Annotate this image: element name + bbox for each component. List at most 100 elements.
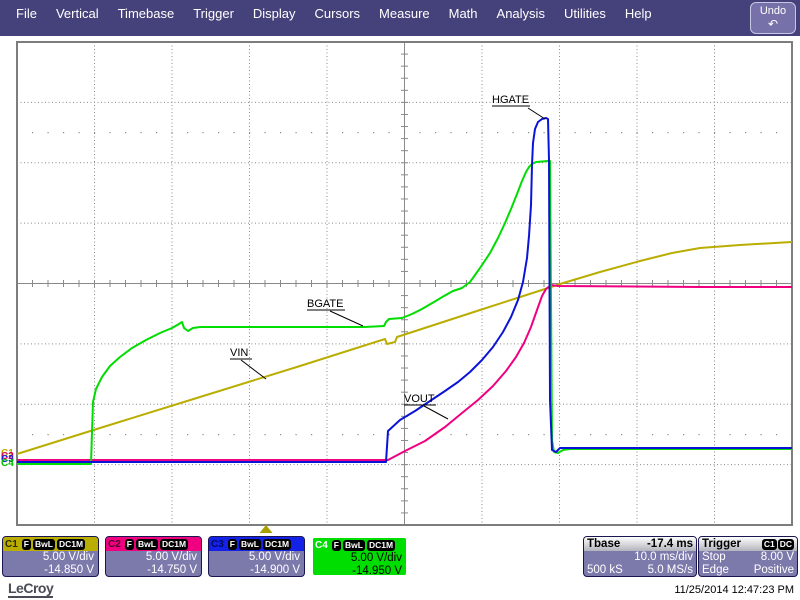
timebase-descriptor[interactable]: Tbase -17.4 ms 10.0 ms/div 500 kS 5.0 MS… bbox=[583, 536, 697, 577]
grid-dot bbox=[544, 132, 545, 133]
channel-header-c2: C2FBwLDC1M bbox=[106, 537, 201, 551]
grid-dot bbox=[668, 434, 669, 435]
menu-item-utilities[interactable]: Utilities bbox=[564, 6, 606, 21]
grid-dot bbox=[280, 434, 281, 435]
grid-dot bbox=[606, 132, 607, 133]
channel-header-c1: C1FBwLDC1M bbox=[3, 537, 98, 551]
undo-button[interactable]: Undo ↶ bbox=[750, 2, 796, 34]
trigger-badge-c1: C1 bbox=[762, 539, 777, 550]
menu-item-display[interactable]: Display bbox=[253, 6, 296, 21]
grid-dot bbox=[761, 434, 762, 435]
grid-dot bbox=[420, 132, 421, 133]
menu-item-cursors[interactable]: Cursors bbox=[315, 6, 361, 21]
grid-dot bbox=[745, 132, 746, 133]
grid-dot bbox=[683, 434, 684, 435]
grid-dot bbox=[234, 132, 235, 133]
channel-vdiv: 5.00 V/div bbox=[313, 552, 406, 565]
trigger-descriptor[interactable]: Trigger C1DC Stop 8.00 V Edge Positive bbox=[698, 536, 798, 577]
channel-badge-dc1m: DC1M bbox=[263, 539, 291, 550]
menu-item-math[interactable]: Math bbox=[449, 6, 478, 21]
grid-dot bbox=[466, 434, 467, 435]
channel-header-c4: C4FBwLDC1M bbox=[313, 538, 406, 552]
channel-descriptor-c3[interactable]: C3FBwLDC1M5.00 V/div-14.900 V bbox=[208, 536, 305, 577]
grid-dot bbox=[590, 132, 591, 133]
grid-dot bbox=[637, 132, 638, 133]
grid-dot bbox=[342, 434, 343, 435]
undo-label: Undo bbox=[760, 5, 786, 17]
channel-descriptors: C1FBwLDC1M5.00 V/div-14.850 VC2FBwLDC1M5… bbox=[2, 536, 408, 577]
menu-items: File Vertical Timebase Trigger Display Cursor… bbox=[16, 6, 671, 21]
grid-dot bbox=[141, 132, 142, 133]
grid-dot bbox=[218, 132, 219, 133]
channel-vdiv: 5.00 V/div bbox=[209, 551, 304, 564]
grid-dot bbox=[156, 132, 157, 133]
channel-id-label: C2 bbox=[108, 539, 121, 550]
menu-item-trigger[interactable]: Trigger bbox=[193, 6, 234, 21]
grid-dot bbox=[621, 434, 622, 435]
trigger-source-badges: C1DC bbox=[762, 539, 794, 550]
grid-dot bbox=[32, 434, 33, 435]
grid-dot bbox=[776, 434, 777, 435]
channel-badge-f: F bbox=[125, 539, 134, 550]
trigger-badge-dc: DC bbox=[778, 539, 794, 550]
grid-dot bbox=[528, 434, 529, 435]
channel-id-label: C1 bbox=[5, 539, 18, 550]
grid-dot bbox=[218, 434, 219, 435]
grid-dot bbox=[404, 434, 405, 435]
grid-dot bbox=[497, 434, 498, 435]
grid-dot bbox=[187, 434, 188, 435]
menu-item-analysis[interactable]: Analysis bbox=[497, 6, 545, 21]
trigger-mode-row: Stop 8.00 V bbox=[699, 551, 797, 564]
lecroy-logo: LeCroy bbox=[8, 581, 53, 598]
grid-dot bbox=[420, 434, 421, 435]
grid-dot bbox=[311, 132, 312, 133]
waveform-display-area: HGATEBGATEVINVOUTC1C2C3C4 bbox=[0, 36, 800, 536]
grid-dot bbox=[683, 132, 684, 133]
grid-dot bbox=[730, 434, 731, 435]
timebase-header: Tbase -17.4 ms bbox=[584, 537, 696, 551]
footer-bar: LeCroy 11/25/2014 12:47:23 PM bbox=[0, 578, 800, 600]
grid-dot bbox=[389, 132, 390, 133]
channel-header-c3: C3FBwLDC1M bbox=[209, 537, 304, 551]
timestamp: 11/25/2014 12:47:23 PM bbox=[674, 584, 794, 596]
channel-descriptor-c2[interactable]: C2FBwLDC1M5.00 V/div-14.750 V bbox=[105, 536, 202, 577]
grid-dot bbox=[141, 434, 142, 435]
menu-item-help[interactable]: Help bbox=[625, 6, 652, 21]
grid-dot bbox=[327, 434, 328, 435]
menu-item-file[interactable]: File bbox=[16, 6, 37, 21]
grid-dot bbox=[296, 132, 297, 133]
channel-badge-f: F bbox=[228, 539, 237, 550]
grid-dot bbox=[466, 132, 467, 133]
grid-dot bbox=[590, 434, 591, 435]
trigger-position-marker[interactable] bbox=[260, 525, 273, 533]
channel-badge-dc1m: DC1M bbox=[57, 539, 85, 550]
grid-dot bbox=[48, 132, 49, 133]
grid-dot bbox=[621, 132, 622, 133]
channel-descriptor-c1[interactable]: C1FBwLDC1M5.00 V/div-14.850 V bbox=[2, 536, 99, 577]
zero-marker-c4[interactable]: C4 bbox=[1, 458, 14, 469]
label-bgate: BGATE bbox=[307, 298, 343, 310]
timebase-title: Tbase bbox=[587, 538, 620, 550]
menu-item-measure[interactable]: Measure bbox=[379, 6, 430, 21]
trigger-level: 8.00 V bbox=[761, 551, 794, 564]
grid-dot bbox=[327, 132, 328, 133]
grid-dot bbox=[94, 132, 95, 133]
timebase-sample-rate: 5.0 MS/s bbox=[648, 564, 693, 577]
channel-badge-bwl: BwL bbox=[136, 539, 158, 550]
trigger-type: Edge bbox=[702, 564, 729, 577]
label-hgate: HGATE bbox=[492, 94, 529, 106]
grid-dot bbox=[435, 132, 436, 133]
grid-dot bbox=[652, 434, 653, 435]
label-callout-line bbox=[330, 311, 363, 326]
label-vin: VIN bbox=[230, 347, 248, 359]
channel-badge-f: F bbox=[22, 539, 31, 550]
menu-item-timebase[interactable]: Timebase bbox=[118, 6, 175, 21]
menu-item-vertical[interactable]: Vertical bbox=[56, 6, 99, 21]
grid-dot bbox=[559, 434, 560, 435]
grid-dot bbox=[637, 434, 638, 435]
channel-vdiv: 5.00 V/div bbox=[106, 551, 201, 564]
scope-grid-svg: HGATEBGATEVINVOUTC1C2C3C4 bbox=[0, 36, 800, 536]
channel-descriptor-c4[interactable]: C4FBwLDC1M5.00 V/div-14.950 V bbox=[311, 536, 408, 577]
grid-dot bbox=[249, 132, 250, 133]
grid-dot bbox=[575, 132, 576, 133]
